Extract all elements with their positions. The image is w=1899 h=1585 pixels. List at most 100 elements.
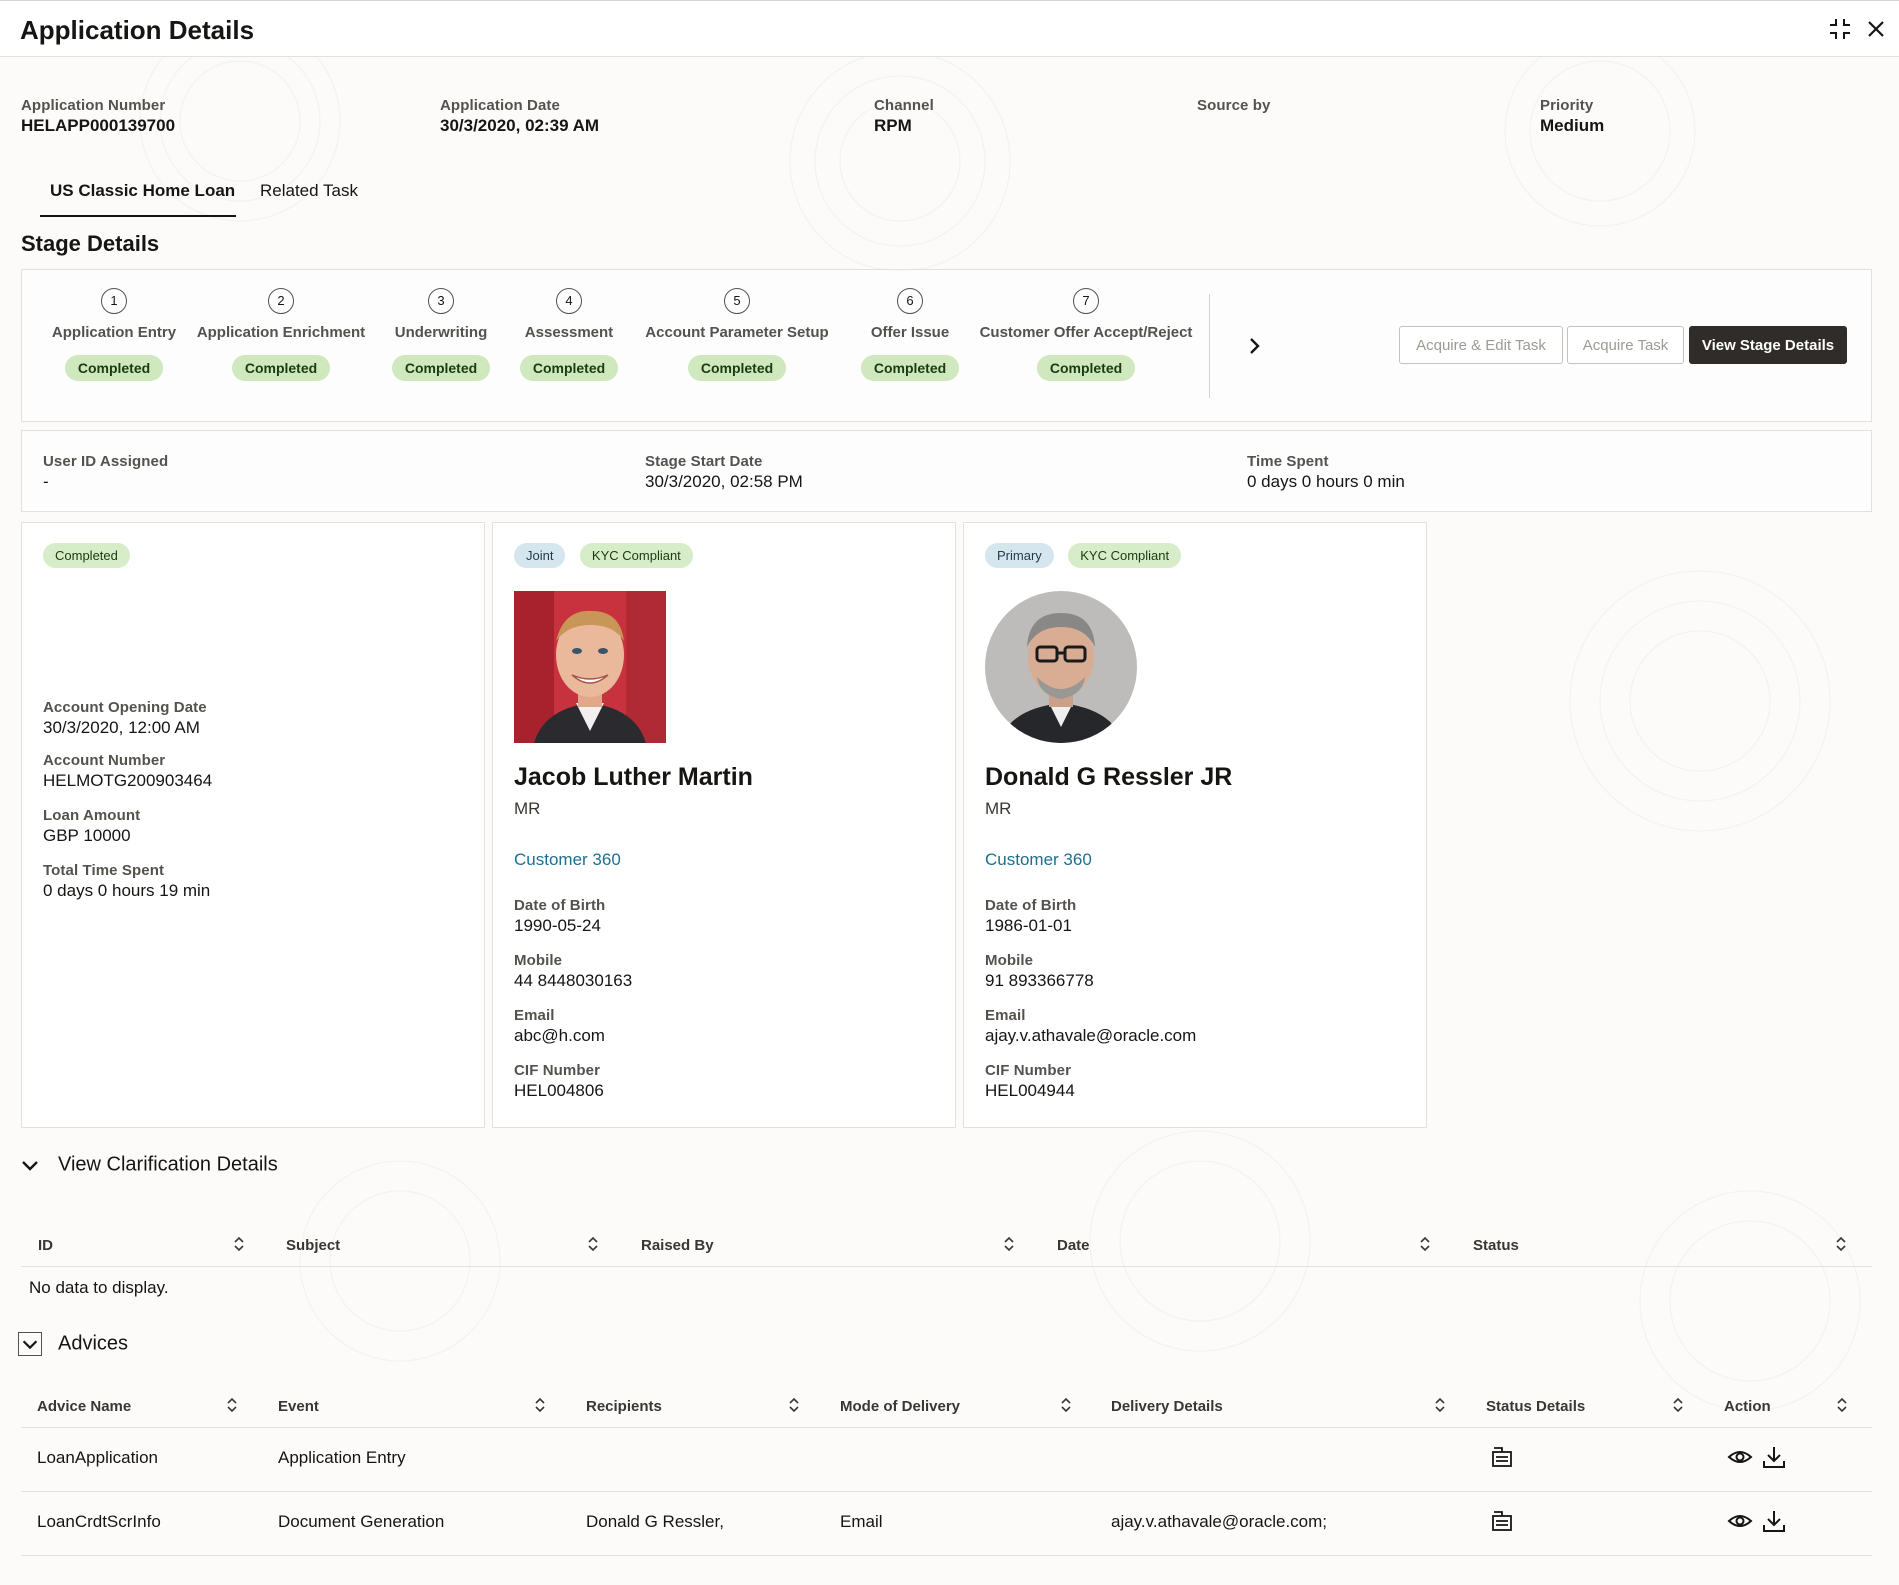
sort-icon[interactable] [1672,1396,1684,1414]
loan-amount-field: Loan Amount GBP 10000 [43,807,140,846]
advices-section-toggle[interactable]: Advices [18,1332,128,1356]
stage-start-date-label: Stage Start Date [645,453,763,470]
sort-icon[interactable] [226,1396,238,1414]
customer-photo [514,591,666,743]
sort-icon[interactable] [1434,1396,1446,1414]
column-delivery-details: Delivery Details [1111,1398,1223,1415]
application-date-field: Application Date 30/3/2020, 02:39 AM [440,97,599,136]
column-date: Date [1057,1237,1090,1254]
stage-start-date-field: Stage Start Date 30/3/2020, 02:58 PM [645,453,803,492]
email-field: Email ajay.v.athavale@oracle.com [985,1007,1196,1046]
delivery-details-cell: ajay.v.athavale@oracle.com; [1111,1512,1328,1531]
stage-account-parameter-setup[interactable]: 5 Account Parameter Setup Completed [644,288,830,381]
account-number-field: Account Number HELMOTG200903464 [43,752,212,791]
sort-icon[interactable] [788,1396,800,1414]
sort-icon[interactable] [1003,1235,1015,1253]
event-cell: Document Generation [278,1512,445,1531]
sort-icon[interactable] [534,1396,546,1414]
application-details-window: Application Details Application Number H… [0,0,1899,1585]
dob-value: 1990-05-24 [514,916,601,935]
stage-number: 6 [897,288,923,314]
tab-us-classic-home-loan[interactable]: US Classic Home Loan [40,177,236,217]
column-id: ID [38,1237,53,1254]
collapse-icon[interactable] [1826,15,1854,43]
column-subject: Subject [286,1237,341,1254]
tab-related-task[interactable]: Related Task [250,177,358,217]
stage-status-badge: Completed [687,355,787,381]
stage-status-badge: Completed [64,355,164,381]
source-by-label: Source by [1197,97,1271,114]
sort-icon[interactable] [233,1235,245,1253]
close-icon[interactable] [1862,15,1890,43]
sort-icon[interactable] [1419,1235,1431,1253]
stage-name: Customer Offer Accept/Reject [979,324,1193,341]
total-time-spent-value: 0 days 0 hours 19 min [43,881,211,900]
customer-type-badge: Joint [514,543,566,568]
stage-assessment[interactable]: 4 Assessment Completed [519,288,619,381]
download-icon[interactable] [1761,1508,1787,1534]
clarification-section-toggle[interactable]: View Clarification Details [18,1153,278,1177]
clarification-table-header: ID Subject Raised By Date Status [21,1223,1872,1267]
user-id-field: User ID Assigned - [43,453,168,492]
mobile-label: Mobile [985,952,1034,969]
clarification-section-title: View Clarification Details [58,1153,278,1176]
stage-customer-offer-accept-reject[interactable]: 7 Customer Offer Accept/Reject Completed [977,288,1195,381]
stage-application-entry[interactable]: 1 Application Entry Completed [42,288,186,381]
chevron-down-icon [22,1161,38,1171]
sort-icon[interactable] [587,1235,599,1253]
event-cell: Application Entry [278,1448,406,1467]
cif-label: CIF Number [985,1062,1072,1079]
account-opening-date-field: Account Opening Date 30/3/2020, 12:00 AM [43,699,207,738]
mode-cell: Email [840,1512,883,1531]
status-details-icon[interactable] [1489,1444,1515,1470]
channel-field: Channel RPM [874,97,934,136]
chevron-right-icon[interactable] [1244,334,1264,358]
stage-details-title: Stage Details [21,231,160,256]
customer-type-badge: Primary [985,543,1054,568]
customer-360-link[interactable]: Customer 360 [985,850,1092,870]
email-value: ajay.v.athavale@oracle.com [985,1026,1197,1045]
advices-section-title: Advices [58,1332,129,1355]
sort-icon[interactable] [1836,1396,1848,1414]
column-event: Event [278,1398,319,1415]
acquire-task-button[interactable]: Acquire Task [1567,326,1684,364]
time-spent-field: Time Spent 0 days 0 hours 0 min [1247,453,1405,492]
download-icon[interactable] [1761,1444,1787,1470]
account-card: Completed Account Opening Date 30/3/2020… [21,522,485,1128]
application-number-label: Application Number [21,97,166,114]
account-status-pills: Completed [43,543,140,568]
stage-application-enrichment[interactable]: 2 Application Enrichment Completed [193,288,369,381]
stage-underwriting[interactable]: 3 Underwriting Completed [386,288,496,381]
customer-photo [985,591,1137,743]
sort-icon[interactable] [1835,1235,1847,1253]
application-number-field: Application Number HELAPP000139700 [21,97,175,136]
application-date-value: 30/3/2020, 02:39 AM [440,116,600,135]
stage-name: Application Enrichment [196,324,366,341]
stage-number: 2 [268,288,294,314]
customer-360-link[interactable]: Customer 360 [514,850,621,870]
stage-status-badge: Completed [231,355,331,381]
stage-name: Assessment [524,324,614,341]
application-number-value: HELAPP000139700 [21,116,176,135]
priority-field: Priority Medium [1540,97,1604,136]
sort-icon[interactable] [1060,1396,1072,1414]
column-status: Status [1473,1237,1519,1254]
cif-field: CIF Number HEL004806 [514,1062,604,1101]
dob-label: Date of Birth [514,897,606,914]
acquire-edit-task-button[interactable]: Acquire & Edit Task [1399,326,1563,364]
column-raised-by: Raised By [641,1237,714,1254]
account-status-badge: Completed [43,543,130,568]
dob-value: 1986-01-01 [985,916,1072,935]
view-stage-details-button[interactable]: View Stage Details [1689,326,1847,364]
customer-salutation: MR [514,799,541,818]
eye-icon[interactable] [1727,1508,1753,1534]
status-details-icon[interactable] [1489,1508,1515,1534]
stage-tracker: 1 Application Entry Completed 2 Applicat… [21,269,1872,422]
customer-pills: Joint KYC Compliant [514,543,703,568]
mobile-label: Mobile [514,952,563,969]
eye-icon[interactable] [1727,1444,1753,1470]
email-value: abc@h.com [514,1026,605,1045]
advice-name-cell: LoanCrdtScrInfo [37,1512,161,1531]
stage-offer-issue[interactable]: 6 Offer Issue Completed [855,288,965,381]
stage-start-date-value: 30/3/2020, 02:58 PM [645,472,803,491]
